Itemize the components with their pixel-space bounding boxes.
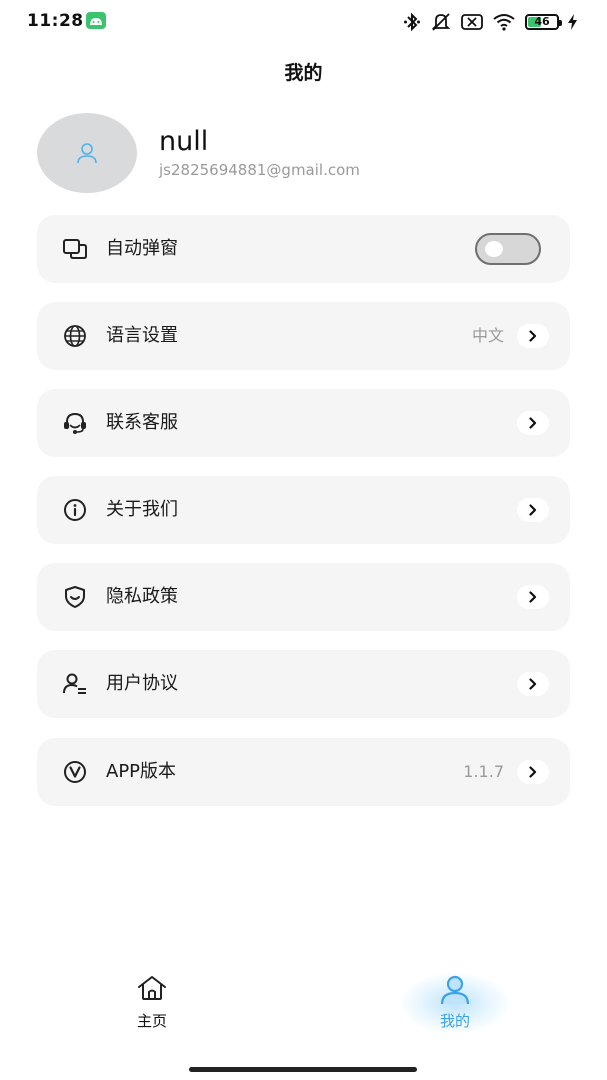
status-time: 11:28 bbox=[27, 11, 84, 31]
chevron-right-icon[interactable] bbox=[517, 672, 549, 696]
profile-page: 11:28 46 我的 null js2825694881@gmail.com … bbox=[0, 0, 607, 1080]
menu-label-language: 语言设置 bbox=[106, 325, 178, 346]
shield-icon bbox=[62, 585, 88, 609]
version-value: 1.1.7 bbox=[463, 762, 504, 781]
battery-level: 46 bbox=[534, 15, 550, 28]
menu-label-auto-popup: 自动弹窗 bbox=[106, 238, 178, 259]
menu-item-version[interactable]: APP版本 1.1.7 bbox=[37, 738, 570, 806]
charging-icon bbox=[568, 14, 577, 30]
version-icon bbox=[62, 760, 88, 784]
tab-mine[interactable]: 我的 bbox=[385, 968, 525, 1048]
user-icon bbox=[385, 974, 525, 1006]
menu-item-agreement[interactable]: 用户协议 bbox=[37, 650, 570, 718]
headset-icon bbox=[62, 411, 88, 435]
avatar[interactable] bbox=[37, 113, 137, 193]
page-title: 我的 bbox=[284, 62, 323, 84]
battery-icon: 46 bbox=[525, 14, 562, 30]
battery-tip bbox=[559, 20, 562, 26]
menu-item-support[interactable]: 联系客服 bbox=[37, 389, 570, 457]
auto-popup-toggle[interactable] bbox=[475, 233, 541, 265]
window-icon bbox=[62, 237, 88, 261]
language-value: 中文 bbox=[471, 326, 504, 345]
status-bar: 11:28 46 bbox=[0, 0, 607, 44]
menu-label-about: 关于我们 bbox=[106, 499, 178, 520]
chevron-right-icon[interactable] bbox=[517, 498, 549, 522]
toggle-knob bbox=[485, 241, 503, 257]
mute-icon bbox=[430, 12, 452, 32]
tab-mine-label: 我的 bbox=[439, 1012, 470, 1030]
menu-label-version: APP版本 bbox=[106, 761, 177, 782]
no-sim-icon bbox=[461, 14, 483, 30]
menu-label-support: 联系客服 bbox=[106, 412, 178, 433]
menu-item-about[interactable]: 关于我们 bbox=[37, 476, 570, 544]
chevron-right-icon[interactable] bbox=[517, 585, 549, 609]
user-name: null bbox=[159, 126, 209, 157]
tab-home-label: 主页 bbox=[136, 1012, 167, 1030]
menu-label-privacy: 隐私政策 bbox=[106, 586, 178, 607]
chevron-right-icon[interactable] bbox=[517, 760, 549, 784]
menu-label-agreement: 用户协议 bbox=[106, 673, 178, 694]
info-icon bbox=[62, 498, 88, 522]
chevron-right-icon[interactable] bbox=[517, 411, 549, 435]
bluetooth-icon bbox=[403, 12, 421, 32]
wifi-icon bbox=[492, 13, 516, 31]
chevron-right-icon[interactable] bbox=[517, 324, 549, 348]
user-doc-icon bbox=[62, 672, 88, 696]
menu-item-auto-popup: 自动弹窗 bbox=[37, 215, 570, 283]
status-icons: 46 bbox=[403, 11, 577, 33]
android-debug-icon bbox=[86, 12, 106, 29]
menu-item-privacy[interactable]: 隐私政策 bbox=[37, 563, 570, 631]
user-email: js2825694881@gmail.com bbox=[159, 161, 360, 179]
tab-home[interactable]: 主页 bbox=[82, 968, 222, 1048]
home-indicator[interactable] bbox=[189, 1067, 417, 1072]
user-icon bbox=[77, 143, 97, 164]
globe-icon bbox=[62, 324, 88, 348]
home-icon bbox=[82, 974, 222, 1002]
menu-item-language[interactable]: 语言设置 中文 bbox=[37, 302, 570, 370]
